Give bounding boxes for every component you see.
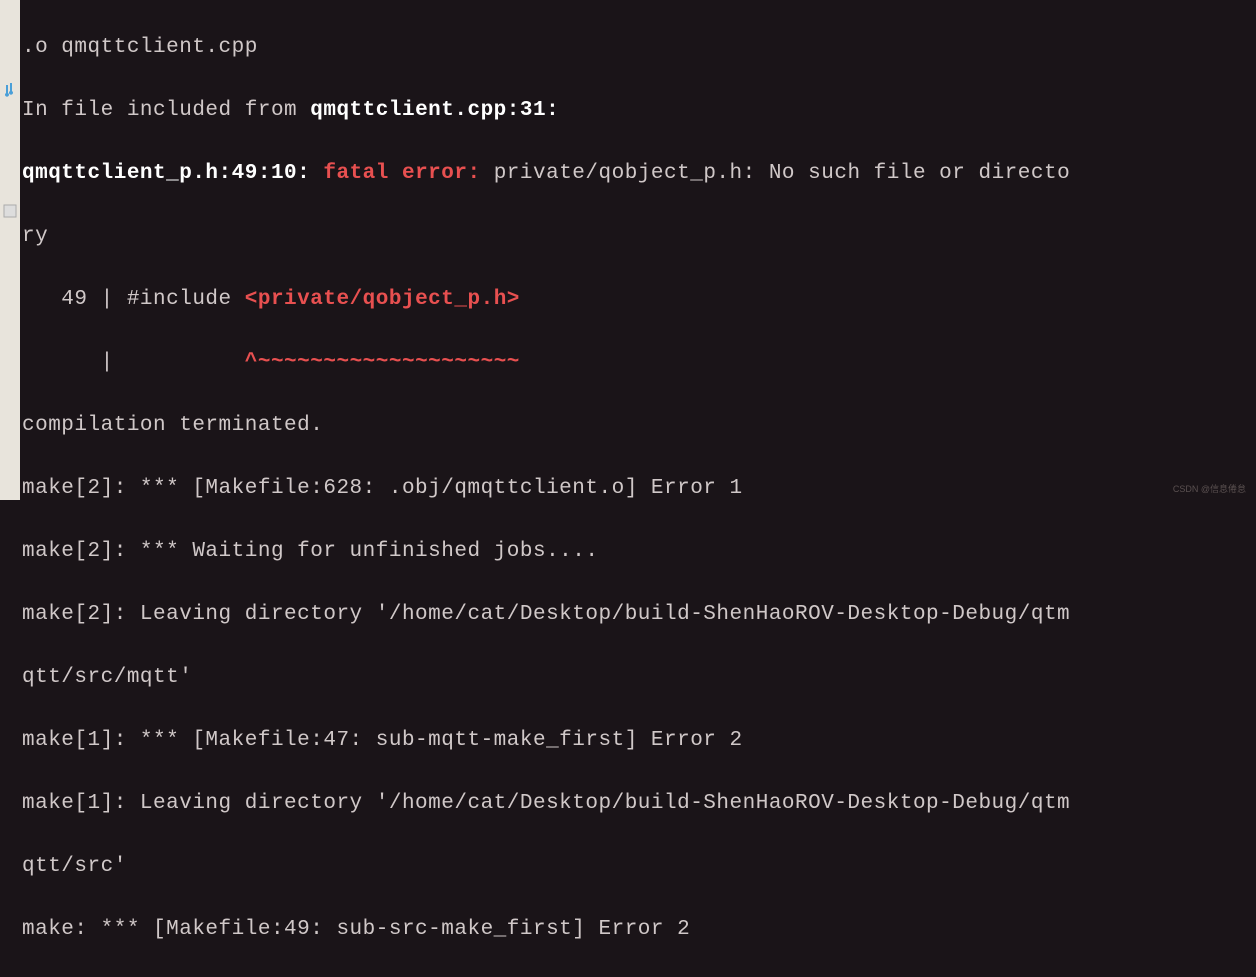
make-error: make: *** [Makefile:49: sub-src-make_fir… [22, 918, 690, 941]
make-leaving-dir-cont: qtt/src' [22, 855, 127, 878]
compilation-status: compilation terminated. [22, 414, 323, 437]
error-underline: ^~~~~~~~~~~~~~~~~~~~~ [245, 351, 520, 374]
audio-file-icon [2, 81, 18, 97]
output-text: .o qmqttclient.cpp [22, 36, 258, 59]
caret-spacing: | [22, 351, 245, 374]
make-waiting: make[2]: *** Waiting for unfinished jobs… [22, 540, 599, 563]
ide-gutter-sidebar [0, 0, 20, 500]
make-error: make[1]: *** [Makefile:47: sub-mqtt-make… [22, 729, 743, 752]
watermark-text: CSDN @信息倦怠 [1173, 483, 1246, 497]
document-icon [2, 203, 18, 219]
fatal-error-label: fatal error: [323, 162, 493, 185]
make-error: make[2]: *** [Makefile:628: .obj/qmqttcl… [22, 477, 743, 500]
error-location: qmqttclient_p.h:49:10: [22, 162, 323, 185]
make-leaving-dir: make[1]: Leaving directory '/home/cat/De… [22, 792, 1070, 815]
make-leaving-dir: make[2]: Leaving directory '/home/cat/De… [22, 603, 1070, 626]
make-leaving-dir-cont: qtt/src/mqtt' [22, 666, 192, 689]
error-message: private/qobject_p.h: No such file or dir… [494, 162, 1071, 185]
output-text: In file included from [22, 99, 310, 122]
error-highlight: <private/qobject_p.h> [245, 288, 520, 311]
code-context: 49 | #include [22, 288, 245, 311]
error-message-cont: ry [22, 225, 48, 248]
terminal-output: .o qmqttclient.cpp In file included from… [20, 0, 1072, 977]
source-file: qmqttclient.cpp:31: [310, 99, 559, 122]
